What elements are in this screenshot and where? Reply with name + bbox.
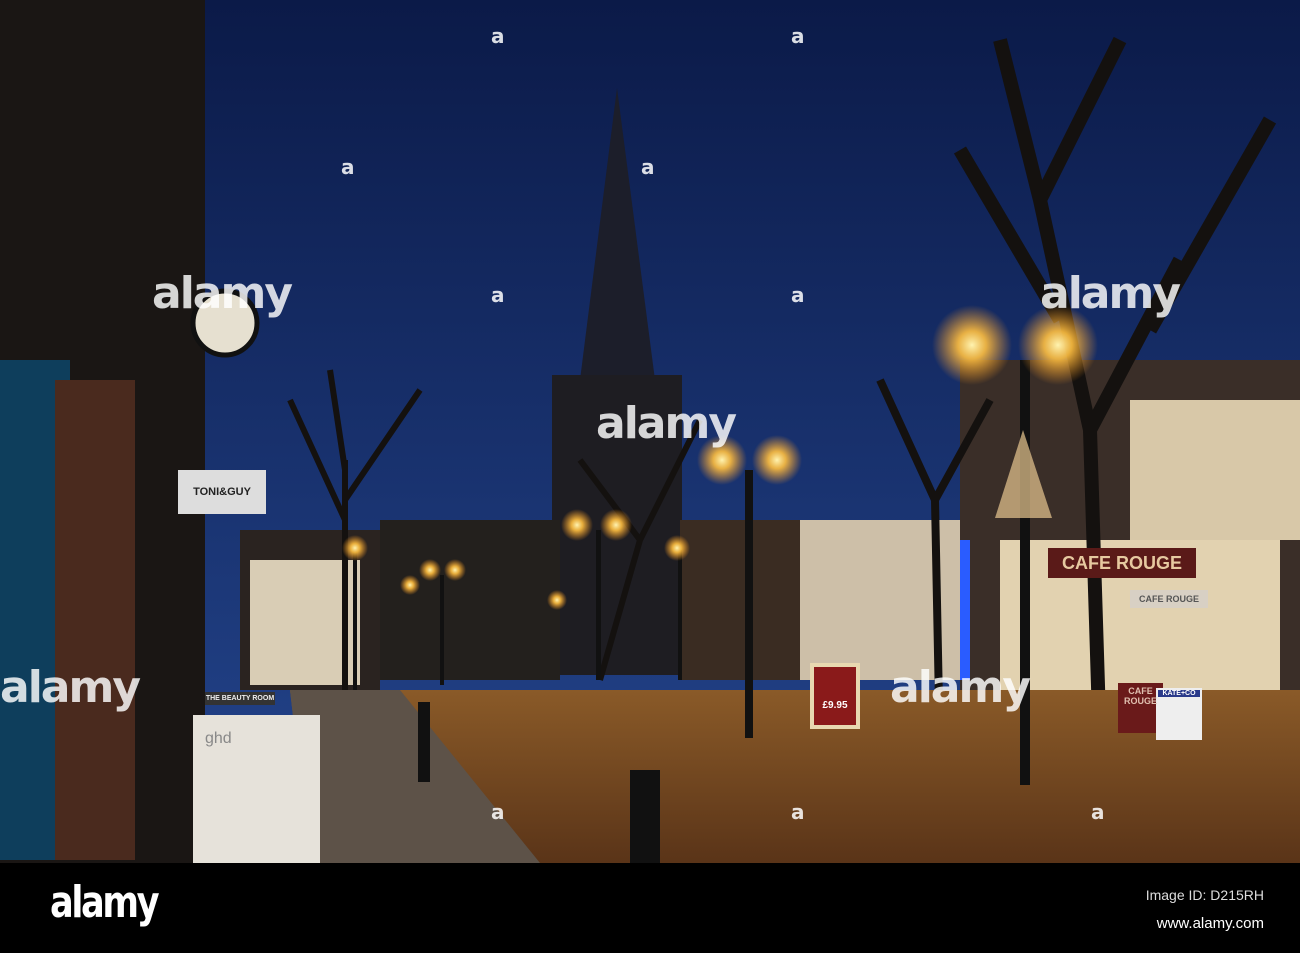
- watermark-letter: a: [491, 283, 505, 307]
- toni-and-guy-sign: TONI&GUY: [178, 470, 266, 514]
- upper-floor: [1130, 400, 1300, 540]
- footer-bar: alamy Image ID: D215RH www.alamy.com: [0, 863, 1300, 953]
- alamy-logo: alamy: [50, 877, 160, 928]
- watermark-letter: a: [641, 155, 655, 179]
- watermark-letter: a: [491, 24, 505, 48]
- watermark-letter: a: [791, 800, 805, 824]
- ghd-sign: ghd: [205, 730, 232, 747]
- website-url: www.alamy.com: [1156, 915, 1264, 932]
- building: [380, 520, 560, 680]
- watermark-letter: a: [491, 800, 505, 824]
- cafe-rouge-awning: CAFE ROUGE: [1130, 590, 1208, 608]
- watermark: alamy: [152, 268, 293, 319]
- watermark: alamy: [0, 662, 141, 713]
- street-photo: TONI&GUY THE BEAUTY ROOM ghd CAFE ROUGE …: [0, 0, 1300, 953]
- watermark-letter: a: [341, 155, 355, 179]
- cafe-rouge-fascia: CAFE ROUGE: [1048, 548, 1196, 578]
- watermark-letter: a: [791, 283, 805, 307]
- menu-price: £9.95: [822, 700, 848, 711]
- watermark: alamy: [890, 662, 1031, 713]
- watermark-letter: a: [1091, 800, 1105, 824]
- watermark-letter: a: [791, 24, 805, 48]
- beauty-room-sign: THE BEAUTY ROOM: [205, 692, 275, 705]
- cafe-rouge-barrier: CAFE ROUGE: [1123, 686, 1157, 706]
- blue-light: [960, 540, 970, 680]
- watermark: alamy: [596, 398, 737, 449]
- menu-board-shape: [810, 663, 860, 729]
- watermark: alamy: [1040, 268, 1181, 319]
- brick-pillar: [55, 380, 135, 860]
- image-id: Image ID: D215RH: [1145, 887, 1264, 903]
- kate-co-sign: KATE+CO: [1158, 690, 1200, 697]
